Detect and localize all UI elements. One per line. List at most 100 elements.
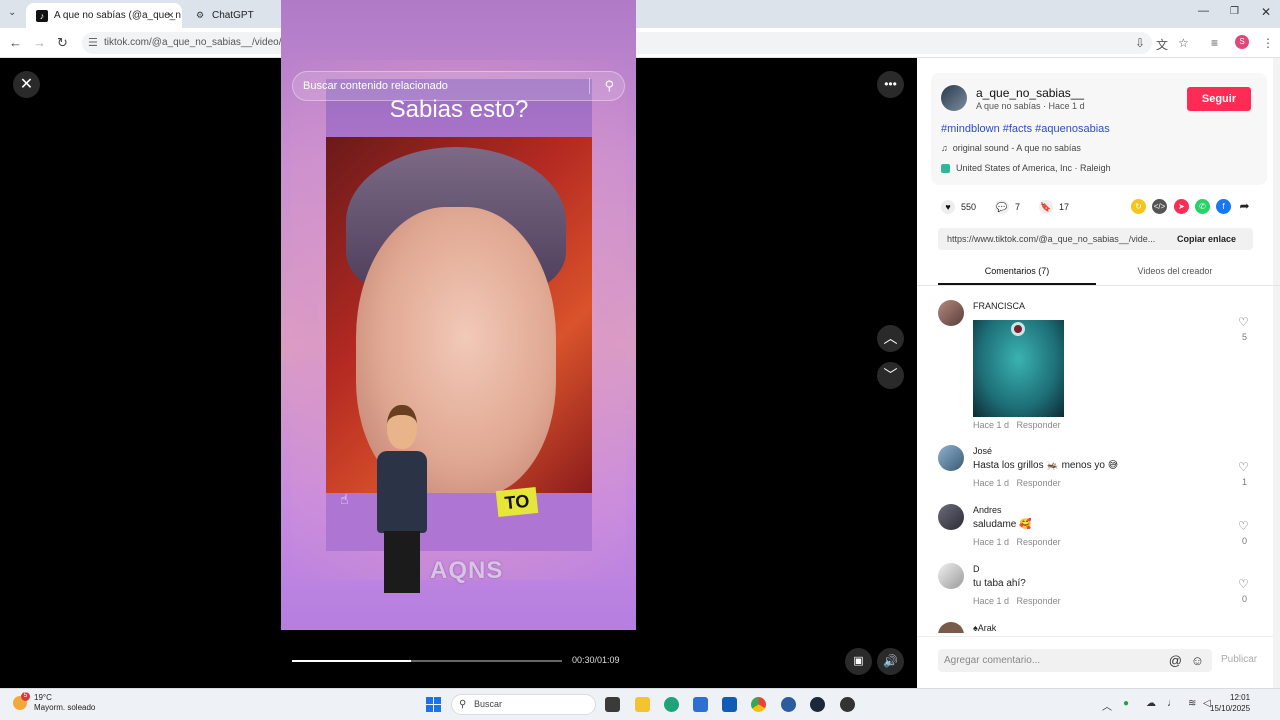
wifi-icon[interactable]: ≋	[1188, 698, 1196, 709]
comment-sticker-image[interactable]	[973, 320, 1064, 417]
panel-scrollbar[interactable]	[1273, 58, 1280, 688]
comment-author[interactable]: FRANCISCA	[973, 301, 1025, 311]
like-stat[interactable]: ♥ 550	[941, 200, 976, 214]
emoji-icon[interactable]: ☺	[1191, 649, 1204, 672]
comment-like-icon[interactable]: ♡	[1238, 519, 1249, 533]
comment-meta: Hace 1 d Responder	[973, 537, 1061, 547]
menu-dots-icon[interactable]: ⋮	[1262, 36, 1274, 50]
comment-like-icon[interactable]: ♡	[1238, 460, 1249, 474]
comment-author[interactable]: Andres	[973, 505, 1002, 515]
avatar-head	[387, 405, 417, 449]
weather-widget[interactable]: 19°C Mayorm. soleado	[34, 693, 95, 713]
edge-icon[interactable]	[664, 697, 679, 712]
weather-condition: Mayorm. soleado	[34, 703, 96, 712]
comment-author[interactable]: D	[973, 564, 980, 574]
tray-app-icon[interactable]: ☁	[1146, 698, 1156, 709]
microphone-icon[interactable]: ♩	[1167, 698, 1177, 709]
app-icon[interactable]	[781, 697, 796, 712]
reply-button[interactable]: Responder	[1017, 596, 1061, 606]
comment-like-icon[interactable]: ♡	[1238, 577, 1249, 591]
previous-video-icon[interactable]: ︿	[877, 325, 904, 352]
install-app-icon[interactable]: ⇩	[1135, 36, 1145, 50]
reading-list-icon[interactable]: ≡	[1211, 36, 1218, 50]
close-video-icon[interactable]: ✕	[13, 71, 40, 98]
store-icon[interactable]	[693, 697, 708, 712]
follow-button[interactable]: Seguir	[1187, 87, 1251, 111]
comment-avatar[interactable]	[938, 504, 964, 530]
comment-like-icon[interactable]: ♡	[1238, 315, 1249, 329]
reply-button[interactable]: Responder	[1017, 420, 1061, 430]
next-video-icon[interactable]: ﹀	[877, 362, 904, 389]
comment-time: Hace 1 d	[973, 596, 1010, 606]
search-icon[interactable]: ⚲	[604, 72, 614, 100]
heart-icon[interactable]: ♥	[941, 200, 955, 214]
comment-placeholder: Agregar comentario...	[944, 655, 1041, 666]
bookmark-icon[interactable]: 🔖	[1039, 200, 1053, 214]
tab-list-icon[interactable]: ⌄	[8, 7, 16, 18]
comment-icon[interactable]: 💬	[995, 200, 1009, 214]
app-icon[interactable]	[840, 697, 855, 712]
embed-icon[interactable]: </>	[1152, 199, 1167, 214]
share-arrow-icon[interactable]: ➦	[1237, 199, 1252, 214]
reply-button[interactable]: Responder	[1017, 478, 1061, 488]
facebook-icon[interactable]: f	[1216, 199, 1231, 214]
tab-comments[interactable]: Comentarios (7)	[938, 263, 1096, 285]
windows-start-icon[interactable]	[426, 697, 441, 712]
comment-avatar[interactable]	[938, 622, 964, 633]
creator-avatar[interactable]	[941, 85, 967, 111]
minimize-icon[interactable]: —	[1198, 5, 1209, 17]
mention-icon[interactable]: @	[1169, 649, 1182, 672]
cartoon-avatar	[372, 405, 432, 595]
whatsapp-icon[interactable]: ✆	[1195, 199, 1210, 214]
send-icon[interactable]: ➤	[1174, 199, 1189, 214]
outlook-icon[interactable]	[722, 697, 737, 712]
comment-author[interactable]: ♠Arak	[973, 623, 996, 633]
task-view-icon[interactable]	[605, 697, 620, 712]
steam-icon[interactable]	[810, 697, 825, 712]
tab-creator-videos[interactable]: Videos del creador	[1096, 263, 1254, 285]
tab-title: A que no sabías (@a_que_n	[54, 10, 181, 21]
tab-tiktok[interactable]: ♪ A que no sabías (@a_que_n ×	[26, 3, 182, 28]
creator-handle[interactable]: a_que_no_sabias__	[976, 86, 1084, 100]
video-progress-bar[interactable]	[292, 660, 562, 662]
save-stat[interactable]: 🔖 17	[1039, 200, 1069, 214]
file-explorer-icon[interactable]	[635, 697, 650, 712]
comment-input[interactable]: Agregar comentario... @ ☺	[938, 649, 1212, 672]
hashtags[interactable]: #mindblown #facts #aquenosabias	[941, 123, 1110, 135]
comment-stat[interactable]: 💬 7	[995, 200, 1020, 214]
back-icon[interactable]: ←	[9, 35, 22, 51]
address-bar: ← → ↻ ☰ tiktok.com/@a_que_no_sabias__/vi…	[0, 28, 1280, 58]
floating-player-icon[interactable]: ▣	[845, 648, 872, 675]
comment-like-count: 1	[1242, 477, 1248, 487]
forward-icon[interactable]: →	[33, 35, 46, 51]
comment-avatar[interactable]	[938, 445, 964, 471]
more-options-icon[interactable]: •••	[877, 71, 904, 98]
tray-chevron-icon[interactable]: ︿	[1102, 698, 1112, 713]
chrome-icon[interactable]	[751, 697, 766, 712]
publish-button[interactable]: Publicar	[1221, 654, 1257, 665]
volume-icon[interactable]: 🔊	[877, 648, 904, 675]
restore-icon[interactable]: ❐	[1230, 6, 1239, 17]
like-count: 550	[961, 202, 977, 212]
taskbar-clock[interactable]: 12:01 15/10/2025	[1210, 692, 1250, 714]
repost-icon[interactable]: ↻	[1131, 199, 1146, 214]
close-tab-icon[interactable]: ×	[167, 8, 174, 22]
comment-avatar[interactable]	[938, 563, 964, 589]
profile-avatar[interactable]: S	[1235, 35, 1249, 49]
comment-avatar[interactable]	[938, 300, 964, 326]
comment-author[interactable]: José	[973, 446, 992, 456]
copy-link-button[interactable]: Copiar enlace	[1177, 228, 1236, 250]
avatar-body	[377, 451, 427, 533]
sound-link[interactable]: ♫ original sound - A que no sabías	[941, 143, 1081, 153]
related-search-input[interactable]: Buscar contenido relacionado ⚲	[292, 71, 625, 101]
taskbar-search[interactable]: ⚲ Buscar	[451, 694, 596, 715]
site-info-icon[interactable]: ☰	[88, 32, 98, 54]
translate-icon[interactable]: 文	[1156, 36, 1168, 53]
reply-button[interactable]: Responder	[1017, 537, 1061, 547]
bookmark-star-icon[interactable]: ☆	[1178, 36, 1189, 50]
location[interactable]: United States of America, Inc · Raleigh	[941, 163, 1111, 174]
close-window-icon[interactable]: ✕	[1261, 5, 1271, 19]
comment-meta: Hace 1 d Responder	[973, 478, 1061, 488]
reload-icon[interactable]: ↻	[57, 35, 68, 51]
tray-app-icon[interactable]: ●	[1123, 698, 1129, 709]
